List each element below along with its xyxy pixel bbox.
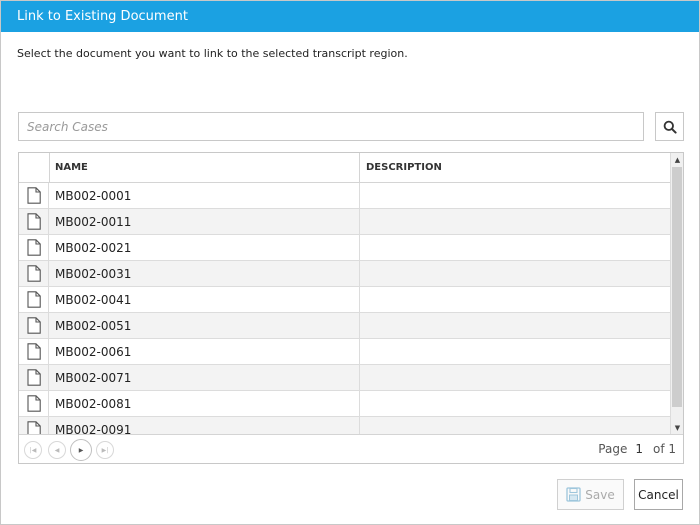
previous-page-icon: ◀ xyxy=(54,446,60,454)
table-row[interactable]: MB002-0021 xyxy=(19,235,670,261)
document-icon xyxy=(26,213,41,230)
table-row[interactable]: MB002-0031 xyxy=(19,261,670,287)
row-name: MB002-0091 xyxy=(55,423,132,434)
row-description xyxy=(359,209,670,234)
row-name: MB002-0061 xyxy=(55,345,132,359)
row-description xyxy=(359,365,670,390)
next-page-icon: ▶ xyxy=(78,446,84,454)
first-page-button[interactable]: |◀ xyxy=(24,441,42,459)
save-label: Save xyxy=(585,487,615,502)
row-description xyxy=(359,261,670,286)
document-icon xyxy=(26,317,41,334)
page-number[interactable]: 1 xyxy=(635,435,643,464)
link-document-dialog: Link to Existing Document Select the doc… xyxy=(0,0,700,525)
page-total: of 1 xyxy=(652,442,676,456)
row-name: MB002-0081 xyxy=(55,397,132,411)
row-description xyxy=(359,287,670,312)
scroll-up-arrow-icon[interactable]: ▲ xyxy=(671,153,684,166)
pager: |◀ ◀ ▶ ▶| Page 1 of 1 xyxy=(19,434,683,463)
row-icon-cell xyxy=(19,365,49,390)
cancel-button[interactable]: Cancel xyxy=(634,479,683,510)
row-icon-cell xyxy=(19,391,49,416)
column-header-name[interactable]: NAME xyxy=(55,153,88,182)
table-row[interactable]: MB002-0011 xyxy=(19,209,670,235)
grid-header: NAME DESCRIPTION xyxy=(19,153,670,183)
document-icon xyxy=(26,291,41,308)
document-icon xyxy=(26,369,41,386)
row-icon-cell xyxy=(19,417,49,434)
row-description xyxy=(359,235,670,260)
first-page-icon: |◀ xyxy=(29,446,37,454)
row-description xyxy=(359,183,670,208)
row-name: MB002-0011 xyxy=(55,215,132,229)
instructions-text: Select the document you want to link to … xyxy=(17,47,408,60)
page-label: Page xyxy=(598,442,628,456)
header-separator xyxy=(359,153,360,182)
document-icon xyxy=(26,239,41,256)
search-icon xyxy=(663,120,677,134)
document-icon xyxy=(26,395,41,412)
table-row[interactable]: MB002-0091 xyxy=(19,417,670,434)
row-description xyxy=(359,313,670,338)
table-row[interactable]: MB002-0061 xyxy=(19,339,670,365)
last-page-button[interactable]: ▶| xyxy=(96,441,114,459)
row-description xyxy=(359,417,670,434)
last-page-icon: ▶| xyxy=(101,446,109,454)
row-icon-cell xyxy=(19,183,49,208)
row-icon-cell xyxy=(19,261,49,286)
row-icon-cell xyxy=(19,287,49,312)
document-icon xyxy=(26,343,41,360)
table-row[interactable]: MB002-0001 xyxy=(19,183,670,209)
row-icon-cell xyxy=(19,209,49,234)
row-description xyxy=(359,339,670,364)
page-info: Page 1 of 1 xyxy=(598,435,676,464)
table-row[interactable]: MB002-0081 xyxy=(19,391,670,417)
grid-rows: MB002-0001 MB002-0011 MB002-0021 MB002-0031… xyxy=(19,183,670,434)
save-icon xyxy=(566,487,581,502)
table-row[interactable]: MB002-0071 xyxy=(19,365,670,391)
search-button[interactable] xyxy=(655,112,684,141)
row-name: MB002-0031 xyxy=(55,267,132,281)
grid-body: NAME DESCRIPTION MB002-0001 MB002-0011 MB0… xyxy=(19,153,670,434)
row-icon-cell xyxy=(19,313,49,338)
row-name: MB002-0021 xyxy=(55,241,132,255)
row-icon-cell xyxy=(19,339,49,364)
search-input[interactable] xyxy=(18,112,644,141)
header-separator xyxy=(49,153,50,182)
next-page-button[interactable]: ▶ xyxy=(70,439,92,461)
vertical-scrollbar[interactable]: ▲ ▼ xyxy=(670,153,683,434)
table-row[interactable]: MB002-0041 xyxy=(19,287,670,313)
row-name: MB002-0041 xyxy=(55,293,132,307)
document-icon xyxy=(26,265,41,282)
dialog-title: Link to Existing Document xyxy=(1,1,699,32)
row-name: MB002-0051 xyxy=(55,319,132,333)
scrollbar-thumb[interactable] xyxy=(672,167,682,407)
previous-page-button[interactable]: ◀ xyxy=(48,441,66,459)
scroll-down-arrow-icon[interactable]: ▼ xyxy=(671,421,684,434)
document-icon xyxy=(26,187,41,204)
column-header-description[interactable]: DESCRIPTION xyxy=(366,153,442,182)
save-button[interactable]: Save xyxy=(557,479,624,510)
documents-grid: NAME DESCRIPTION MB002-0001 MB002-0011 MB0… xyxy=(18,152,684,464)
row-name: MB002-0001 xyxy=(55,189,132,203)
table-row[interactable]: MB002-0051 xyxy=(19,313,670,339)
row-description xyxy=(359,391,670,416)
row-name: MB002-0071 xyxy=(55,371,132,385)
document-icon xyxy=(26,421,41,434)
row-icon-cell xyxy=(19,235,49,260)
